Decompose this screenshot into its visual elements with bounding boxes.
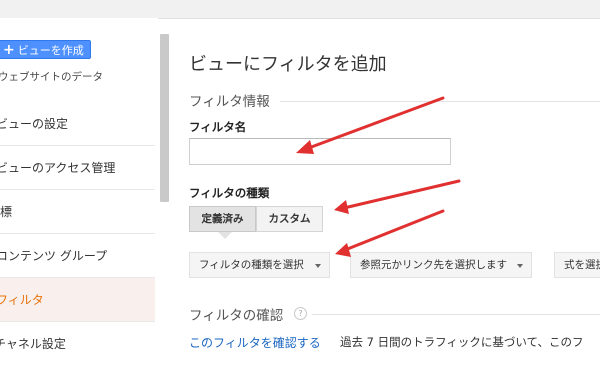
annotation-arrowhead <box>335 243 351 257</box>
annotation-arrow <box>343 209 445 252</box>
annotation-arrow <box>304 96 445 151</box>
annotation-arrows <box>296 96 461 257</box>
annotation-arrowhead <box>296 140 314 154</box>
annotation-arrowhead <box>334 200 349 214</box>
annotation-arrow <box>342 179 461 210</box>
